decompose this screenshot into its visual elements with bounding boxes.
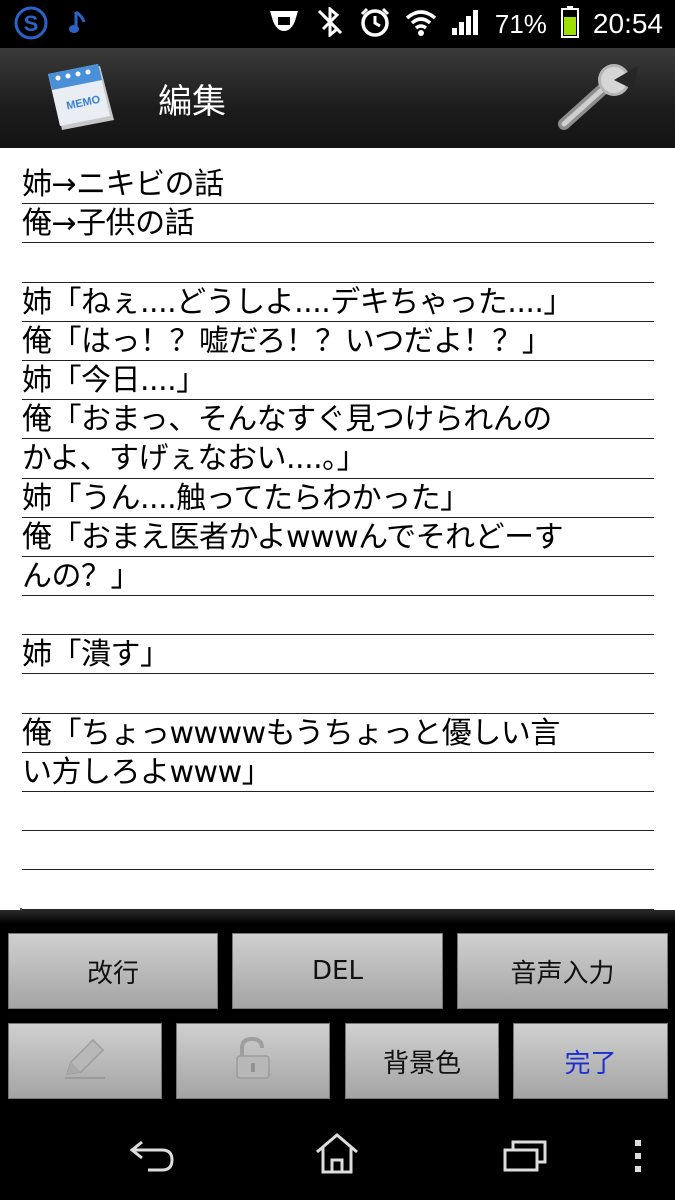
memo-line[interactable] xyxy=(22,243,654,283)
background-color-button[interactable]: 背景色 xyxy=(345,1023,499,1099)
memo-line[interactable]: 俺→子供の話 xyxy=(22,204,654,244)
memo-line[interactable] xyxy=(22,792,654,832)
alarm-icon xyxy=(359,6,391,42)
memo-line[interactable]: 俺「おまえ医者かよwwwんでそれどーす xyxy=(22,518,654,557)
done-button[interactable]: 完了 xyxy=(513,1023,668,1099)
s-app-icon: S xyxy=(14,6,48,44)
memo-line[interactable]: 俺「おまっ、そんなすぐ見つけられんの xyxy=(22,400,654,440)
pen-icon xyxy=(61,1036,109,1087)
clock: 20:54 xyxy=(592,8,663,39)
home-icon[interactable] xyxy=(314,1132,360,1180)
mobile-data-icon xyxy=(267,7,301,41)
memo-line[interactable]: い方しろよwww」 xyxy=(22,753,654,792)
memo-line[interactable]: 俺「はっ！？嘘だろ！？いつだよ！？」 xyxy=(22,322,654,361)
wrench-icon[interactable] xyxy=(556,62,642,136)
memo-line[interactable]: かよ、すげぇなおい....。」 xyxy=(22,439,654,479)
memo-line[interactable]: 姉「ねぇ....どうしよ....デキちゃった....」 xyxy=(22,283,654,322)
memo-editor[interactable]: 姉→ニキビの話 俺→子供の話 姉「ねぇ....どうしよ....デキちゃった....」… xyxy=(0,148,675,910)
battery-percent: 71% xyxy=(494,8,547,39)
unlock-icon xyxy=(234,1036,272,1087)
memo-line[interactable]: 姉→ニキビの話 xyxy=(22,165,654,205)
memo-line[interactable]: 姉「潰す」 xyxy=(22,635,654,675)
svg-text:S: S xyxy=(24,11,39,36)
music-note-icon xyxy=(68,8,88,42)
bluetooth-off-icon xyxy=(315,5,345,41)
memo-line[interactable] xyxy=(22,870,654,910)
lock-button[interactable] xyxy=(176,1023,330,1099)
memo-line[interactable]: んの？」 xyxy=(22,557,654,597)
memo-line[interactable] xyxy=(22,831,654,871)
title-bar: MEMO 編集 xyxy=(0,48,675,148)
page-title: 編集 xyxy=(158,82,226,122)
memo-line[interactable]: 姉「うん....触ってたらわかった」 xyxy=(22,479,654,518)
del-button[interactable]: DEL xyxy=(232,933,443,1009)
memo-line[interactable]: 俺「ちょっwwwwもうちょっと優しい言 xyxy=(22,714,654,753)
newline-button[interactable]: 改行 xyxy=(8,933,218,1009)
memo-text[interactable]: 姉→ニキビの話 俺→子供の話 姉「ねぇ....どうしよ....デキちゃった....」… xyxy=(22,165,654,910)
navigation-bar xyxy=(0,1110,675,1200)
edit-button-panel: 改行 DEL 音声入力 背景色 完了 xyxy=(0,910,675,1110)
memo-line[interactable] xyxy=(22,596,654,636)
memo-icon[interactable]: MEMO xyxy=(44,58,118,142)
pen-button[interactable] xyxy=(8,1023,162,1099)
wifi-icon xyxy=(405,8,437,40)
voice-input-button[interactable]: 音声入力 xyxy=(457,933,668,1009)
signal-icon xyxy=(451,8,481,40)
menu-icon[interactable] xyxy=(632,1138,644,1178)
battery-icon xyxy=(560,6,579,42)
memo-line[interactable]: 姉「今日....」 xyxy=(22,361,654,401)
recent-apps-icon[interactable] xyxy=(502,1138,548,1178)
back-icon[interactable] xyxy=(128,1138,176,1178)
status-bar: S 71% 20:54 xyxy=(0,0,675,48)
memo-line[interactable] xyxy=(22,674,654,714)
